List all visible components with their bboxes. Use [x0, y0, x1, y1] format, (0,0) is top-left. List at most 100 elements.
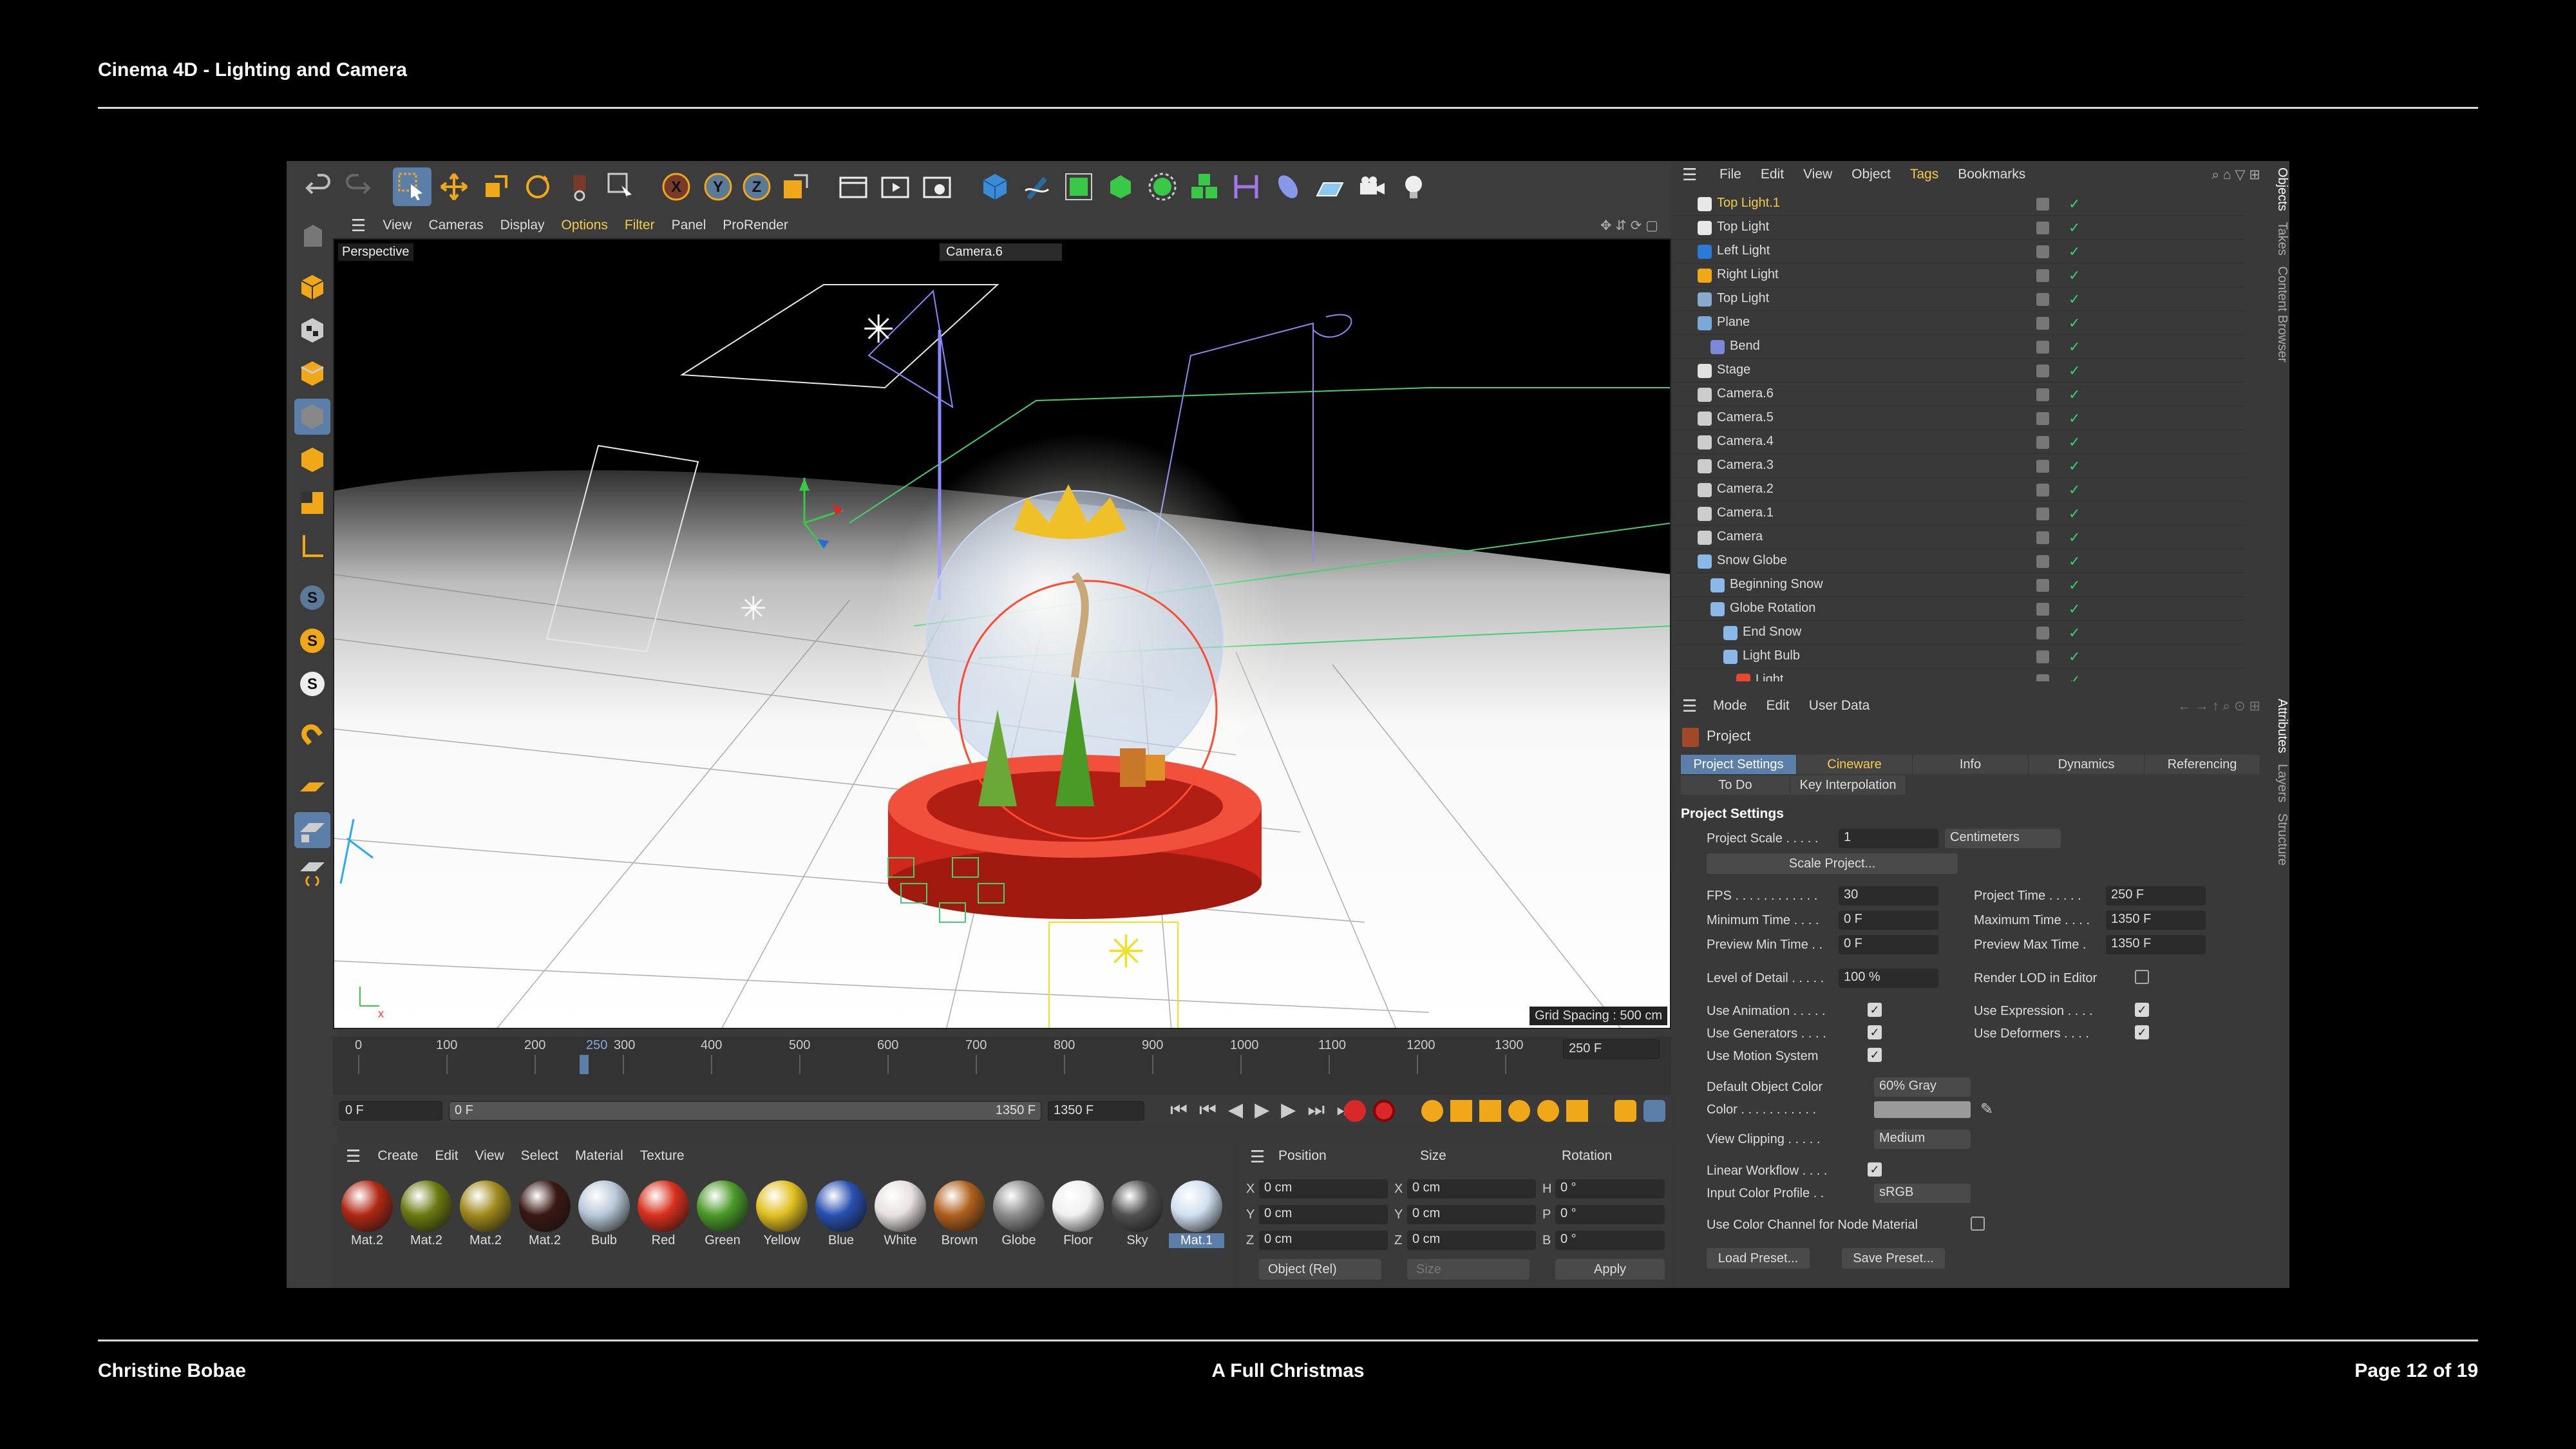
use-expression-checkbox[interactable]: ✓	[2135, 1003, 2149, 1017]
object-row[interactable]: Camera ✓	[1674, 526, 2244, 549]
project-time-field[interactable]: 250 F	[2106, 886, 2206, 905]
layer-icon[interactable]	[2036, 341, 2049, 354]
rotate-tool-icon[interactable]	[518, 167, 557, 206]
enabled-check-icon[interactable]: ✓	[2069, 434, 2080, 451]
cloner-icon[interactable]	[1143, 167, 1182, 206]
lod-field[interactable]: 100 %	[1839, 969, 1938, 988]
y-axis-icon[interactable]: Y	[699, 167, 737, 206]
enabled-check-icon[interactable]: ✓	[2069, 601, 2080, 618]
layer-icon[interactable]	[2036, 650, 2049, 663]
x-axis-icon[interactable]: X	[657, 167, 696, 206]
node-material-checkbox[interactable]	[1971, 1217, 1985, 1231]
objects-menu-file[interactable]: File	[1719, 167, 1741, 182]
tab-referencing[interactable]: Referencing	[2145, 755, 2260, 774]
object-name[interactable]: Top Light	[1717, 291, 1769, 306]
tab-layers[interactable]: Layers	[2275, 764, 2289, 802]
key-pla-icon[interactable]	[1566, 1100, 1588, 1122]
object-row[interactable]: Camera.6 ✓	[1674, 383, 2244, 406]
object-name[interactable]: Left Light	[1717, 243, 1770, 258]
render-view-icon[interactable]	[834, 167, 873, 206]
material-swatch[interactable]: Mat.2	[399, 1180, 454, 1248]
attr-menu-mode[interactable]: Mode	[1713, 698, 1747, 714]
object-row[interactable]: Camera.2 ✓	[1674, 478, 2244, 502]
timeline-window-icon[interactable]	[1615, 1100, 1636, 1122]
layer-icon[interactable]	[2036, 603, 2049, 616]
undo-icon[interactable]	[299, 167, 338, 206]
enabled-check-icon[interactable]: ✓	[2069, 458, 2080, 475]
viewport-menu-filter[interactable]: Filter	[625, 218, 655, 233]
layer-icon[interactable]	[2036, 579, 2049, 592]
viewport-menu-panel[interactable]: Panel	[672, 218, 706, 233]
planar-workplane-icon[interactable]	[294, 855, 330, 891]
layout-icon[interactable]	[1643, 1100, 1665, 1122]
material-menu-select[interactable]: Select	[521, 1148, 558, 1164]
coordinate-system-icon[interactable]	[776, 167, 815, 206]
search-icon[interactable]: ⌕ ⌂ ▽ ⊞	[2211, 167, 2260, 183]
object-name[interactable]: Right Light	[1717, 267, 1779, 282]
object-row[interactable]: Camera.5 ✓	[1674, 406, 2244, 430]
hamburger-icon[interactable]: ☰	[351, 216, 366, 236]
viewport-menu-view[interactable]: View	[383, 218, 412, 233]
symmetry-icon[interactable]: S	[294, 666, 330, 702]
enabled-check-icon[interactable]: ✓	[2069, 291, 2080, 308]
hamburger-icon[interactable]: ☰	[1250, 1147, 1265, 1167]
object-row[interactable]: Camera.4 ✓	[1674, 430, 2244, 454]
live-select-icon[interactable]	[602, 167, 641, 206]
current-frame-field[interactable]: 0 F	[339, 1101, 442, 1121]
object-name[interactable]: Snow Globe	[1717, 553, 1787, 568]
object-name[interactable]: Camera.4	[1717, 434, 1774, 449]
rot-h-field[interactable]: 0 °	[1555, 1179, 1665, 1198]
tab-dynamics[interactable]: Dynamics	[2029, 755, 2145, 774]
layer-icon[interactable]	[2036, 317, 2049, 330]
object-name[interactable]: Light Bulb	[1743, 649, 1800, 663]
key-param-icon[interactable]	[1537, 1100, 1559, 1122]
material-swatch[interactable]: Mat.2	[458, 1180, 513, 1248]
size-z-field[interactable]: 0 cm	[1407, 1231, 1536, 1250]
environment-icon[interactable]	[1269, 167, 1307, 206]
mograph-icon[interactable]	[1185, 167, 1224, 206]
active-camera-label[interactable]: Camera.6	[940, 243, 1062, 261]
color-swatch[interactable]	[1874, 1101, 1971, 1118]
tab-todo[interactable]: To Do	[1681, 775, 1790, 795]
object-name[interactable]: Beginning Snow	[1730, 577, 1823, 592]
autokey-icon[interactable]	[1373, 1100, 1395, 1122]
object-row[interactable]: Right Light ✓	[1674, 263, 2244, 287]
soft-selection-icon[interactable]: S	[294, 623, 330, 659]
material-swatch[interactable]: Mat.2	[339, 1180, 395, 1248]
snap-icon[interactable]: S	[294, 580, 330, 616]
object-name[interactable]: Plane	[1717, 315, 1750, 330]
object-name[interactable]: Camera.5	[1717, 410, 1774, 425]
deformer-icon[interactable]	[1227, 167, 1265, 206]
load-preset-button[interactable]: Load Preset...	[1707, 1248, 1810, 1269]
object-row[interactable]: End Snow ✓	[1674, 621, 2244, 645]
default-color-dropdown[interactable]: 60% Gray	[1874, 1077, 1971, 1097]
key-move-icon[interactable]	[1450, 1100, 1472, 1122]
tab-project-settings[interactable]: Project Settings	[1681, 755, 1797, 774]
layer-icon[interactable]	[2036, 388, 2049, 401]
enabled-check-icon[interactable]: ✓	[2069, 267, 2080, 284]
objects-menu-edit[interactable]: Edit	[1761, 167, 1784, 182]
viewport-menu-options[interactable]: Options	[562, 218, 608, 233]
scale-project-button[interactable]: Scale Project...	[1707, 853, 1958, 874]
view-clipping-dropdown[interactable]: Medium	[1874, 1130, 1971, 1149]
key-rotation-icon[interactable]	[1508, 1100, 1530, 1122]
magnet-icon[interactable]	[294, 717, 330, 753]
rot-p-field[interactable]: 0 °	[1555, 1205, 1665, 1224]
objects-menu-tags[interactable]: Tags	[1910, 167, 1938, 182]
tab-key-interpolation[interactable]: Key Interpolation	[1790, 775, 1906, 795]
object-row[interactable]: Left Light ✓	[1674, 240, 2244, 263]
tab-cineware[interactable]: Cineware	[1797, 755, 1913, 774]
enabled-check-icon[interactable]: ✓	[2069, 220, 2080, 236]
material-swatch[interactable]: Mat.2	[517, 1180, 573, 1248]
project-scale-field[interactable]: 1	[1839, 829, 1938, 848]
tab-content-browser[interactable]: Content Browser	[2275, 266, 2289, 362]
viewport-menu-prorender[interactable]: ProRender	[723, 218, 788, 233]
material-menu-create[interactable]: Create	[377, 1148, 418, 1164]
layer-icon[interactable]	[2036, 269, 2049, 282]
select-tool-icon[interactable]	[393, 167, 431, 206]
viewport-nav-icons[interactable]: ✥ ⇵ ⟳ ▢	[1600, 218, 1658, 234]
object-row[interactable]: Plane ✓	[1674, 311, 2244, 335]
layer-icon[interactable]	[2036, 674, 2049, 681]
layer-icon[interactable]	[2036, 198, 2049, 211]
layer-icon[interactable]	[2036, 555, 2049, 568]
